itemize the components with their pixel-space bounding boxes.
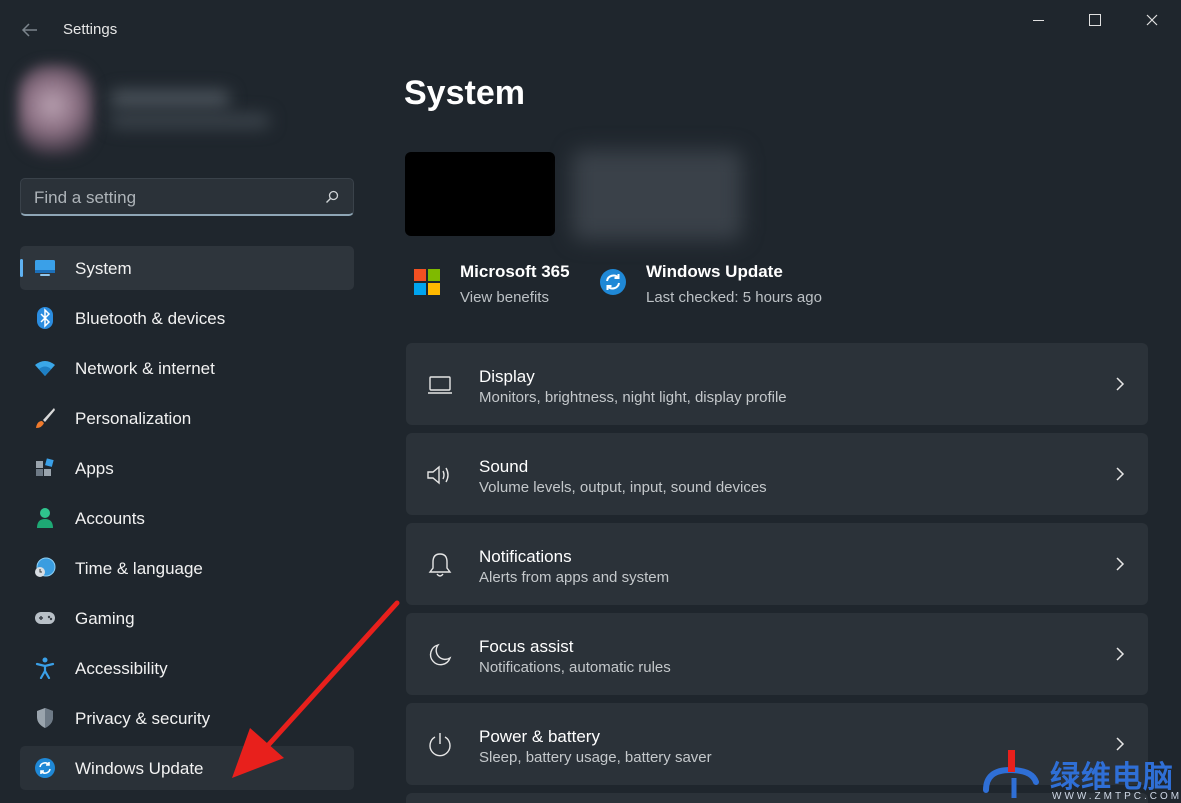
- monitor-icon: [34, 257, 56, 279]
- watermark-url: WWW.ZMTPC.COM: [1052, 791, 1181, 802]
- accessibility-icon: [34, 657, 56, 679]
- minimize-button[interactable]: [1018, 8, 1058, 32]
- quick-link-subtitle: View benefits: [460, 289, 549, 306]
- card-title: Focus assist: [479, 637, 574, 656]
- card-title: Notifications: [479, 547, 572, 566]
- minimize-icon: [1032, 19, 1044, 21]
- quick-link-title: Microsoft 365: [460, 262, 570, 281]
- chevron-right-icon: [1116, 467, 1125, 481]
- card-display[interactable]: Display Monitors, brightness, night ligh…: [406, 343, 1148, 425]
- avatar: [18, 64, 94, 156]
- profile-name-blurred: [110, 90, 230, 108]
- card-subtitle: Volume levels, output, input, sound devi…: [479, 479, 767, 496]
- sidebar-item-system[interactable]: System: [20, 246, 354, 290]
- close-button[interactable]: [1132, 8, 1172, 32]
- card-title: Sound: [479, 457, 529, 476]
- card-subtitle: Notifications, automatic rules: [479, 659, 671, 676]
- chevron-right-icon: [1116, 647, 1125, 661]
- search-box[interactable]: [20, 178, 354, 216]
- card-focus-assist[interactable]: Focus assist Notifications, automatic ru…: [406, 613, 1148, 695]
- sync-icon: [34, 757, 56, 779]
- globe-clock-icon: [34, 557, 56, 579]
- bell-icon: [426, 551, 454, 579]
- quick-link-microsoft-365[interactable]: Microsoft 365 View benefits: [413, 262, 593, 312]
- sidebar-item-label: System: [75, 259, 132, 278]
- sidebar-item-windows-update[interactable]: Windows Update: [20, 746, 354, 790]
- sidebar-item-label: Bluetooth & devices: [75, 309, 226, 328]
- maximize-button[interactable]: [1075, 8, 1115, 32]
- moon-icon: [426, 641, 454, 669]
- sidebar-item-label: Privacy & security: [75, 709, 211, 728]
- title-bar: Settings: [0, 0, 1181, 60]
- sidebar-item-label: Apps: [75, 459, 114, 478]
- shield-icon: [34, 707, 56, 729]
- sidebar-nav: System Bluetooth & devices Network & int…: [20, 246, 354, 796]
- watermark-logo-icon: [983, 750, 1039, 798]
- sidebar-item-label: Accessibility: [75, 659, 168, 678]
- device-info-blurred: [572, 150, 742, 240]
- sidebar-item-label: Accounts: [75, 509, 145, 528]
- sidebar-item-label: Personalization: [75, 409, 192, 428]
- chevron-right-icon: [1116, 377, 1125, 391]
- paintbrush-icon: [34, 407, 56, 429]
- person-icon: [34, 507, 56, 529]
- sidebar-item-apps[interactable]: Apps: [20, 446, 354, 490]
- sync-icon: [600, 269, 626, 295]
- sidebar-item-bluetooth[interactable]: Bluetooth & devices: [20, 296, 354, 340]
- card-title: Display: [479, 367, 535, 386]
- watermark: 绿维电脑 WWW.ZMTPC.COM: [980, 748, 1181, 803]
- bluetooth-icon: [34, 307, 56, 329]
- search-input[interactable]: [34, 187, 314, 209]
- quick-link-windows-update[interactable]: Windows Update Last checked: 5 hours ago: [599, 262, 859, 312]
- sidebar-item-network[interactable]: Network & internet: [20, 346, 354, 390]
- quick-link-title: Windows Update: [646, 262, 783, 281]
- selection-indicator: [20, 259, 23, 277]
- settings-cards: Display Monitors, brightness, night ligh…: [406, 343, 1148, 793]
- chevron-right-icon: [1116, 557, 1125, 571]
- card-subtitle: Monitors, brightness, night light, displ…: [479, 389, 787, 406]
- device-thumbnail: [405, 152, 555, 236]
- card-subtitle: Sleep, battery usage, battery saver: [479, 749, 712, 766]
- maximize-icon: [1089, 14, 1101, 26]
- sidebar-item-label: Time & language: [75, 559, 203, 578]
- card-subtitle: Alerts from apps and system: [479, 569, 670, 586]
- wifi-icon: [34, 357, 56, 379]
- sidebar-item-time-language[interactable]: Time & language: [20, 546, 354, 590]
- sidebar-item-privacy-security[interactable]: Privacy & security: [20, 696, 354, 740]
- profile-email-blurred: [110, 114, 270, 128]
- power-icon: [426, 731, 454, 759]
- sidebar-item-accounts[interactable]: Accounts: [20, 496, 354, 540]
- gamepad-icon: [34, 607, 56, 629]
- card-title: Power & battery: [479, 727, 600, 746]
- laptop-icon: [426, 371, 454, 399]
- apps-icon: [34, 457, 56, 479]
- sidebar-item-label: Network & internet: [75, 359, 215, 378]
- sidebar-item-accessibility[interactable]: Accessibility: [20, 646, 354, 690]
- close-icon: [1146, 14, 1158, 26]
- sidebar-item-gaming[interactable]: Gaming: [20, 596, 354, 640]
- sidebar-item-personalization[interactable]: Personalization: [20, 396, 354, 440]
- sidebar-item-label: Gaming: [75, 609, 135, 628]
- page-title: System: [404, 74, 525, 112]
- watermark-text: 绿维电脑: [1050, 761, 1174, 794]
- microsoft-logo-icon: [414, 269, 440, 295]
- app-title: Settings: [63, 21, 118, 38]
- card-sound[interactable]: Sound Volume levels, output, input, soun…: [406, 433, 1148, 515]
- card-notifications[interactable]: Notifications Alerts from apps and syste…: [406, 523, 1148, 605]
- speaker-icon: [426, 461, 454, 489]
- quick-link-subtitle: Last checked: 5 hours ago: [646, 289, 822, 306]
- user-profile[interactable]: [18, 64, 298, 156]
- search-icon[interactable]: [325, 190, 339, 204]
- back-arrow-icon[interactable]: [20, 20, 42, 40]
- sidebar-item-label: Windows Update: [75, 759, 204, 778]
